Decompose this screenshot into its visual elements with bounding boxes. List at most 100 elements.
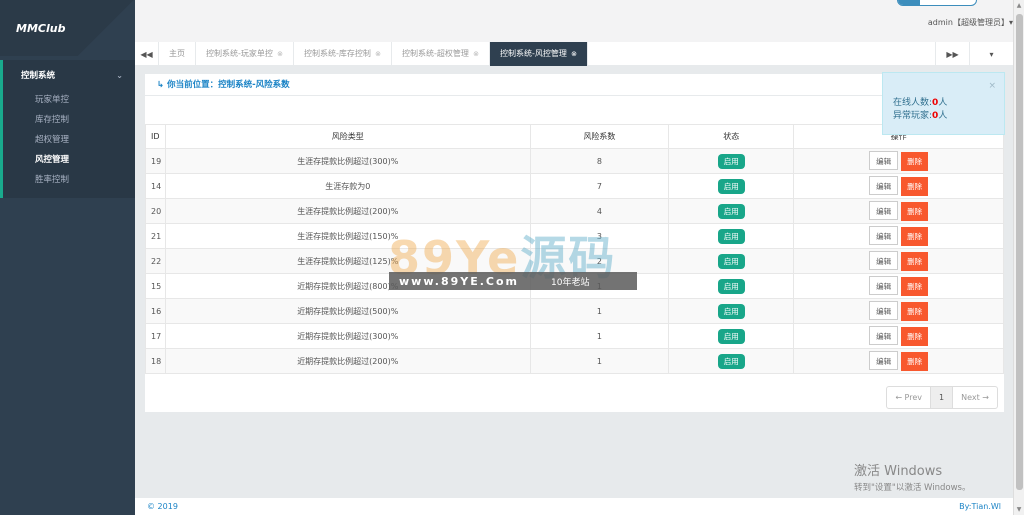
column-header-id[interactable]: ID [145, 124, 166, 149]
windows-activation-notice: 激活 Windows 转到"设置"以激活 Windows。 [854, 460, 970, 493]
status-toggle-button[interactable]: 启用 [717, 203, 745, 219]
tab[interactable]: 控制系统-库存控制 ⊗ [294, 42, 392, 66]
sidebar-item[interactable]: 超权管理 [3, 130, 135, 150]
tab[interactable]: 主页 [159, 42, 196, 66]
edit-button[interactable]: 编辑 [869, 226, 899, 245]
status-toggle-button[interactable]: 启用 [717, 178, 745, 194]
scroll-up-icon[interactable]: ▲ [1014, 0, 1024, 11]
footer-copyright: © 2019 [147, 502, 178, 511]
sidebar-item[interactable]: 风控管理 [3, 150, 135, 170]
tab-label: 控制系统-玩家单控 [206, 49, 273, 58]
caret-down-icon: ▾ [989, 49, 994, 59]
tab[interactable]: 控制系统-玩家单控 ⊗ [196, 42, 294, 66]
scroll-down-icon[interactable]: ▼ [1014, 504, 1024, 515]
online-label: 在线人数: [893, 98, 933, 108]
status-toggle-button[interactable]: 启用 [717, 278, 745, 294]
cell-actions: 编辑 删除 [793, 173, 1004, 199]
footer: © 2019 By:Tian.Wl [135, 497, 1013, 515]
edit-button[interactable]: 编辑 [869, 176, 899, 195]
breadcrumb-text: 你当前位置：控制系统-风险系数 [167, 80, 290, 90]
menu-group-header[interactable]: 控制系统 ⌄ [3, 60, 135, 90]
cell-status: 启用 [668, 223, 795, 249]
cell-status: 启用 [668, 298, 795, 324]
status-toggle-button[interactable]: 启用 [717, 153, 745, 169]
cell-status: 启用 [668, 173, 795, 199]
delete-button[interactable]: 删除 [901, 352, 929, 371]
user-menu[interactable]: admin【超级管理员】▾ [928, 17, 1013, 28]
online-unit: 人 [938, 98, 948, 108]
delete-button[interactable]: 删除 [901, 152, 929, 171]
tab[interactable]: 控制系统-超权管理 ⊗ [392, 42, 490, 66]
cell-risk-coef: 1 [529, 348, 670, 374]
cell-id: 20 [145, 198, 166, 224]
edit-button[interactable]: 编辑 [869, 201, 899, 220]
sidebar-item[interactable]: 库存控制 [3, 110, 135, 130]
online-status-toast: × 在线人数:0人 异常玩家:0人 [882, 72, 1005, 135]
table-row: 20 生涯存提款比例超过(200)% 4 启用 编辑 删除 [145, 198, 1004, 224]
cell-risk-coef: 7 [529, 173, 670, 199]
tab-close-icon[interactable]: ⊗ [569, 50, 577, 58]
app-logo[interactable]: MMClub [0, 0, 135, 56]
activation-subtitle: 转到"设置"以激活 Windows。 [854, 483, 971, 493]
cell-actions: 编辑 删除 [793, 148, 1004, 174]
cell-risk-type: 生涯存提款比例超过(300)% [164, 148, 531, 174]
delete-button[interactable]: 删除 [901, 252, 929, 271]
cell-risk-coef: 8 [529, 148, 670, 174]
prev-page-button[interactable]: ← Prev [887, 387, 932, 408]
edit-button[interactable]: 编辑 [869, 301, 899, 320]
sidebar-item[interactable]: 胜率控制 [3, 170, 135, 190]
edit-button[interactable]: 编辑 [869, 326, 899, 345]
cell-status: 启用 [668, 248, 795, 274]
cell-id: 22 [145, 248, 166, 274]
cell-status: 启用 [668, 323, 795, 349]
column-header-status[interactable]: 状态 [668, 124, 795, 149]
cell-risk-coef: 4 [529, 198, 670, 224]
tab-next-button[interactable]: ▶▶ [935, 42, 969, 66]
delete-button[interactable]: 删除 [901, 327, 929, 346]
column-header-type[interactable]: 风险类型 [164, 124, 531, 149]
delete-button[interactable]: 删除 [901, 277, 929, 296]
tab-close-icon[interactable]: ⊗ [275, 50, 283, 58]
activation-title: 激活 Windows [854, 464, 943, 479]
page-1-button[interactable]: 1 [931, 387, 954, 408]
double-right-icon: ▶▶ [946, 49, 959, 59]
table-row: 19 生涯存提款比例超过(300)% 8 启用 编辑 删除 [145, 148, 1004, 174]
next-page-button[interactable]: Next → [953, 387, 997, 408]
edit-button[interactable]: 编辑 [869, 351, 899, 370]
edit-button[interactable]: 编辑 [869, 276, 899, 295]
scroll-thumb[interactable] [1016, 14, 1023, 490]
edit-button[interactable]: 编辑 [869, 251, 899, 270]
tab-options-dropdown[interactable]: ▾ [969, 42, 1013, 66]
cell-status: 启用 [668, 273, 795, 299]
header-toggle[interactable] [897, 0, 977, 6]
close-icon[interactable]: × [988, 81, 996, 91]
tab-prev-button[interactable]: ◀◀ [135, 42, 159, 66]
tab[interactable]: 控制系统-风控管理 ⊗ [489, 42, 588, 66]
tab-close-icon[interactable]: ⊗ [471, 50, 479, 58]
delete-button[interactable]: 删除 [901, 202, 929, 221]
status-toggle-button[interactable]: 启用 [717, 328, 745, 344]
delete-button[interactable]: 删除 [901, 227, 929, 246]
table-row: 16 近期存提款比例超过(500)% 1 启用 编辑 删除 [145, 298, 1004, 324]
menu-items: 玩家单控 库存控制 超权管理 风控管理 胜率控制 [3, 90, 135, 190]
delete-button[interactable]: 删除 [901, 302, 929, 321]
delete-button[interactable]: 删除 [901, 177, 929, 196]
tab-label: 控制系统-风控管理 [499, 49, 567, 58]
status-toggle-button[interactable]: 启用 [717, 228, 745, 244]
tab-label: 控制系统-库存控制 [303, 49, 371, 58]
edit-button[interactable]: 编辑 [869, 151, 899, 170]
tab-close-icon[interactable]: ⊗ [373, 50, 381, 58]
status-toggle-button[interactable]: 启用 [717, 353, 745, 369]
cell-status: 启用 [668, 348, 795, 374]
cell-status: 启用 [668, 198, 795, 224]
watermark-band: www.89YE.Com 10年老站 [389, 272, 637, 290]
cell-risk-type: 生涯存提款比例超过(200)% [164, 198, 531, 224]
status-toggle-button[interactable]: 启用 [717, 253, 745, 269]
cell-id: 15 [145, 273, 166, 299]
status-toggle-button[interactable]: 启用 [717, 303, 745, 319]
sidebar-item[interactable]: 玩家单控 [3, 90, 135, 110]
page-scrollbar[interactable]: ▲ ▼ [1013, 0, 1024, 515]
menu-group-control-system: 控制系统 ⌄ 玩家单控 库存控制 超权管理 风控管理 胜率控制 [0, 60, 135, 198]
sidebar: MMClub 控制系统 ⌄ 玩家单控 库存控制 超权管理 风控管理 胜率控制 [0, 0, 135, 515]
column-header-coef[interactable]: 风险系数 [529, 124, 670, 149]
